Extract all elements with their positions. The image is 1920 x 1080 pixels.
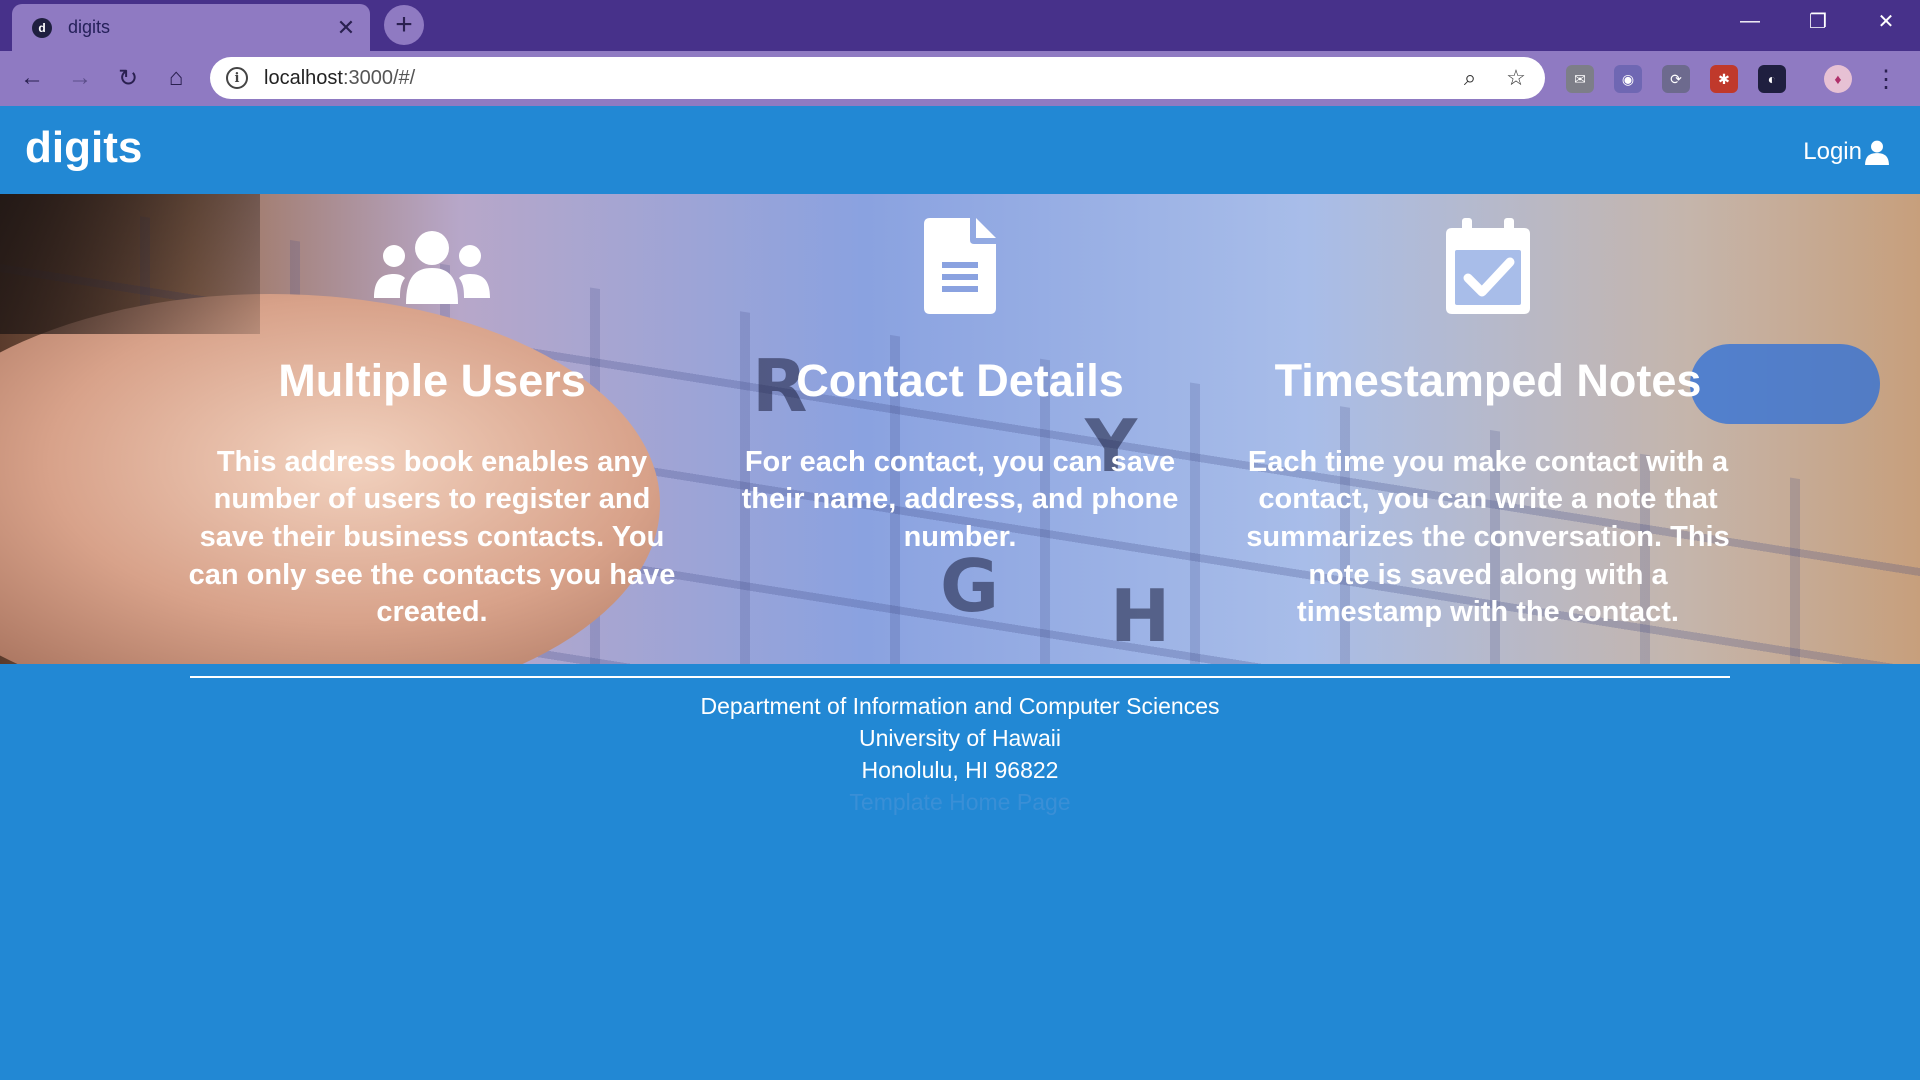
site-info-icon[interactable]: i [226, 67, 248, 89]
footer: Department of Information and Computer S… [0, 690, 1920, 818]
tab-title: digits [68, 17, 111, 37]
bookmark-star-icon[interactable]: ☆ [1499, 61, 1533, 95]
restore-icon[interactable]: ❐ [1784, 0, 1852, 42]
browser-toolbar: ← → ↻ ⌂ i localhost:3000/#/ ⌕ ☆ ✉ ◉ ⟳ ✱ … [0, 51, 1920, 106]
users-icon [374, 231, 490, 304]
feature-description: Each time you make contact with a contac… [1246, 445, 1730, 629]
address-bar[interactable]: i localhost:3000/#/ ⌕ ☆ [210, 57, 1545, 99]
forward-arrow-icon[interactable]: → [62, 60, 98, 96]
back-arrow-icon[interactable]: ← [14, 60, 50, 96]
app-favicon-icon: d [32, 17, 52, 38]
feature-contact-details: Contact Details For each contact, you ca… [700, 194, 1220, 557]
footer-divider [190, 676, 1730, 678]
ladybug-extension-icon[interactable]: ✱ [1710, 65, 1738, 93]
file-icon [924, 218, 996, 314]
browser-tabstrip: d digits ✕ + — ❐ ✕ [0, 0, 1920, 51]
minimize-icon[interactable]: — [1716, 0, 1784, 42]
browser-tab[interactable]: d digits ✕ [12, 4, 370, 51]
login-dropdown[interactable]: Login [1803, 138, 1890, 166]
background-key: G [940, 544, 1000, 628]
address-url[interactable]: localhost:3000/#/ [264, 67, 1453, 90]
feature-description: For each contact, you can save their nam… [741, 445, 1179, 553]
home-icon[interactable]: ⌂ [158, 60, 194, 96]
mail-extension-icon[interactable]: ✉ [1566, 65, 1594, 93]
app-navbar: digits Login [0, 106, 1920, 194]
browser-menu-icon[interactable]: ⋮ [1872, 65, 1900, 93]
footer-department: Department of Information and Computer S… [700, 693, 1220, 719]
close-window-icon[interactable]: ✕ [1852, 0, 1920, 42]
sync-extension-icon[interactable]: ⟳ [1662, 65, 1690, 93]
new-tab-button[interactable]: + [384, 5, 424, 45]
brand-logo[interactable]: digits [25, 123, 142, 173]
user-icon [1865, 140, 1889, 165]
reload-icon[interactable]: ↻ [110, 60, 146, 96]
eyes-extension-icon[interactable]: ◉ [1614, 65, 1642, 93]
feature-timestamped-notes: Timestamped Notes Each time you make con… [1228, 194, 1748, 632]
background-key: H [1110, 574, 1171, 658]
feature-title: Timestamped Notes [1274, 355, 1702, 406]
footer-address: Honolulu, HI 96822 [861, 757, 1059, 783]
login-label: Login [1803, 138, 1862, 165]
zoom-icon[interactable]: ⌕ [1453, 61, 1487, 95]
feature-title: Multiple Users [278, 355, 586, 406]
feature-title: Contact Details [796, 355, 1124, 406]
feature-description: This address book enables any number of … [188, 445, 676, 629]
calendar-check-icon [1446, 218, 1530, 314]
template-home-page-link[interactable]: Template Home Page [0, 786, 1920, 818]
tab-close-icon[interactable]: ✕ [332, 14, 360, 42]
meteor-extension-icon[interactable]: ◐ [1758, 65, 1786, 93]
hero-banner: R Y G H Multiple Users This address book… [0, 194, 1920, 664]
profile-avatar[interactable]: ♦ [1824, 65, 1852, 93]
footer-university: University of Hawaii [859, 725, 1061, 751]
feature-multiple-users: Multiple Users This address book enables… [172, 194, 692, 632]
